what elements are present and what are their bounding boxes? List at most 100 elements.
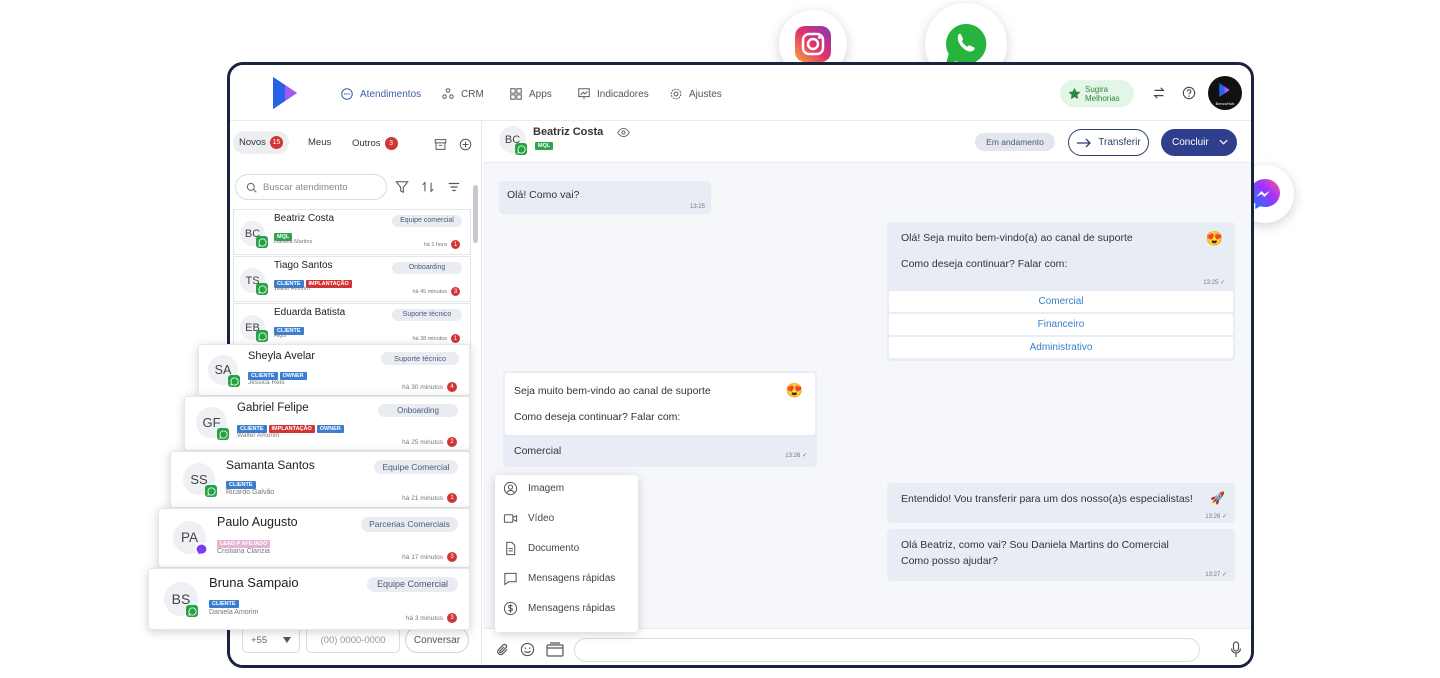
contact-name: Bruna Sampaio (209, 575, 299, 590)
transfer-button[interactable]: Transferir (1068, 129, 1149, 156)
phone-placeholder: (00) 0000-0000 (320, 634, 386, 646)
nav-atendimentos[interactable]: Atendimentos (340, 87, 421, 101)
suggest-improvements-button[interactable]: Sugira Melhorias (1060, 80, 1134, 107)
time-ago: há 21 minutos (402, 494, 443, 502)
video-camera-icon (503, 514, 518, 523)
agent-name: Jéssica Reis (248, 379, 285, 386)
list-item[interactable]: SA Sheyla Avelar CLIENTE OWNER Jéssica Re… (198, 344, 470, 396)
whatsapp-channel-icon (228, 375, 240, 387)
arrow-right-icon (1077, 138, 1092, 147)
microphone-icon[interactable] (1230, 641, 1242, 658)
brand-logo-small (1219, 83, 1230, 97)
menu-item-documento[interactable]: Documento (503, 541, 579, 556)
contact-tags: CLIENTE (209, 592, 241, 610)
tab-label: Outros (352, 138, 381, 149)
brand-logo[interactable] (270, 75, 302, 111)
ddi-select[interactable]: +55 (242, 627, 300, 653)
suggest-line2: Melhorias (1085, 93, 1120, 103)
emoji-icon[interactable] (520, 642, 535, 657)
menu-item-label: Imagem (528, 483, 565, 494)
list-item[interactable]: BS Bruna Sampaio CLIENTE Daniela Amorim … (148, 568, 470, 630)
tab-novos[interactable]: Novos 15 (233, 131, 289, 154)
chat-header: BC Beatriz Costa MQL Em andamento Transf… (483, 121, 1251, 163)
eye-icon[interactable] (617, 127, 630, 138)
menu-item-video[interactable]: Vídeo (503, 511, 554, 526)
tab-outros[interactable]: Outros 3 (352, 137, 398, 150)
menu-item-mensagens-rapidas-2[interactable]: Mensagens rápidas (503, 601, 615, 616)
time-ago: há 17 minutos (402, 553, 443, 561)
whatsapp-channel-icon (256, 283, 268, 295)
filter-icon[interactable] (395, 180, 409, 194)
department-badge: Onboarding (378, 404, 458, 417)
menu-item-imagem[interactable]: Imagem (503, 481, 564, 496)
contact-name: Tiago Santos (274, 260, 333, 271)
user-avatar[interactable]: BencoHub (1208, 76, 1242, 110)
nav-apps[interactable]: Apps (509, 87, 552, 101)
whatsapp-channel-icon (217, 428, 229, 440)
search-icon (246, 182, 257, 193)
message-incoming: Olá! Como vai? 13:25 (499, 181, 711, 214)
conclude-button[interactable]: Concluir (1161, 129, 1237, 156)
attachment-menu: Imagem Vídeo Documento Mensagens rápidas… (495, 475, 638, 632)
tab-count-badge: 3 (384, 137, 398, 150)
button-label: Transferir (1098, 137, 1141, 148)
nav-label: CRM (461, 88, 484, 100)
chevron-down-icon[interactable] (1219, 139, 1228, 145)
nav-crm[interactable]: CRM (441, 87, 484, 101)
last-activity: há 45 minutos 3 (412, 287, 460, 296)
search-input[interactable]: Buscar atendimento (235, 174, 387, 200)
quick-reply-option[interactable]: Administrativo (889, 337, 1233, 358)
list-item[interactable]: BC Beatriz Costa MQL Daniela Martins Equ… (233, 209, 471, 255)
sort-icon[interactable] (421, 180, 435, 194)
paperclip-icon[interactable] (496, 642, 510, 658)
nav-label: Atendimentos (360, 88, 422, 100)
list-item[interactable]: SS Samanta Santos CLIENTE Ricardo Galvão… (170, 451, 470, 508)
contact-name: Beatriz Costa (274, 213, 335, 224)
last-activity: há 38 minutos 1 (412, 334, 460, 343)
tab-meus[interactable]: Meus (308, 137, 331, 148)
message-text: Entendido! Vou transferir para um dos no… (901, 493, 1193, 505)
nav-ajustes[interactable]: Ajustes (669, 87, 722, 101)
last-activity: há 25 minutos 2 (402, 437, 457, 447)
whatsapp-channel-icon (256, 236, 268, 248)
whatsapp-channel-icon (205, 485, 217, 497)
suggest-line1: Sugira (1085, 84, 1109, 94)
unread-badge: 4 (447, 382, 457, 392)
archive-icon[interactable] (434, 138, 447, 151)
heart-eyes-emoji: 😍 (1205, 230, 1223, 246)
agent-name: Cristiana Clarizia (217, 548, 270, 555)
list-item[interactable]: PA Paulo Augusto LEAD P AFILIADO Cristia… (158, 508, 470, 568)
list-item[interactable]: EB Eduarda Batista CLIENTE Higor Suporte… (233, 303, 471, 349)
department-badge: Suporte técnico (392, 309, 462, 321)
quick-reply-option[interactable]: Comercial (889, 291, 1233, 312)
list-item[interactable]: GF Gabriel Felipe CLIENTE IMPLANTAÇÃO OWNE… (184, 396, 470, 451)
template-card-icon[interactable] (546, 642, 564, 657)
message-input[interactable] (574, 638, 1200, 662)
nav-indicadores[interactable]: Indicadores (577, 87, 649, 101)
menu-item-label: Documento (528, 543, 580, 554)
list-scrollbar[interactable] (473, 185, 478, 243)
heart-eyes-emoji: 😍 (785, 382, 803, 398)
start-conversation-button[interactable]: Conversar (405, 627, 469, 653)
menu-item-mensagens-rapidas[interactable]: Mensagens rápidas (503, 571, 615, 586)
department-badge: Equipe Comercial (367, 577, 458, 592)
message-outgoing: Olá! Seja muito bem-vindo(a) ao canal de… (887, 222, 1235, 361)
avatar-initials: PA (180, 530, 198, 545)
instagram-icon (795, 26, 831, 62)
list-item[interactable]: TS Tiago Santos CLIENTE IMPLANTAÇÃO Walte… (233, 256, 471, 302)
swap-arrows-icon[interactable] (1152, 86, 1166, 100)
message-time: 13:26 ✓ (1205, 514, 1227, 520)
time-text: 13:26 (1205, 514, 1221, 520)
phone-input[interactable]: (00) 0000-0000 (306, 627, 400, 653)
help-icon[interactable] (1182, 86, 1196, 100)
agent-name: Walter Amorim (274, 286, 310, 292)
time-ago: há 25 minutos (402, 438, 443, 446)
unread-badge: 1 (447, 493, 457, 503)
tab-label: Meus (308, 137, 332, 148)
unread-badge: 3 (447, 552, 457, 562)
unread-badge: 1 (451, 334, 460, 343)
message-line2: Como posso ajudar? (901, 555, 998, 567)
quick-reply-option[interactable]: Financeiro (889, 314, 1233, 335)
add-circle-icon[interactable] (459, 138, 472, 151)
list-filter-icon[interactable] (447, 180, 461, 194)
